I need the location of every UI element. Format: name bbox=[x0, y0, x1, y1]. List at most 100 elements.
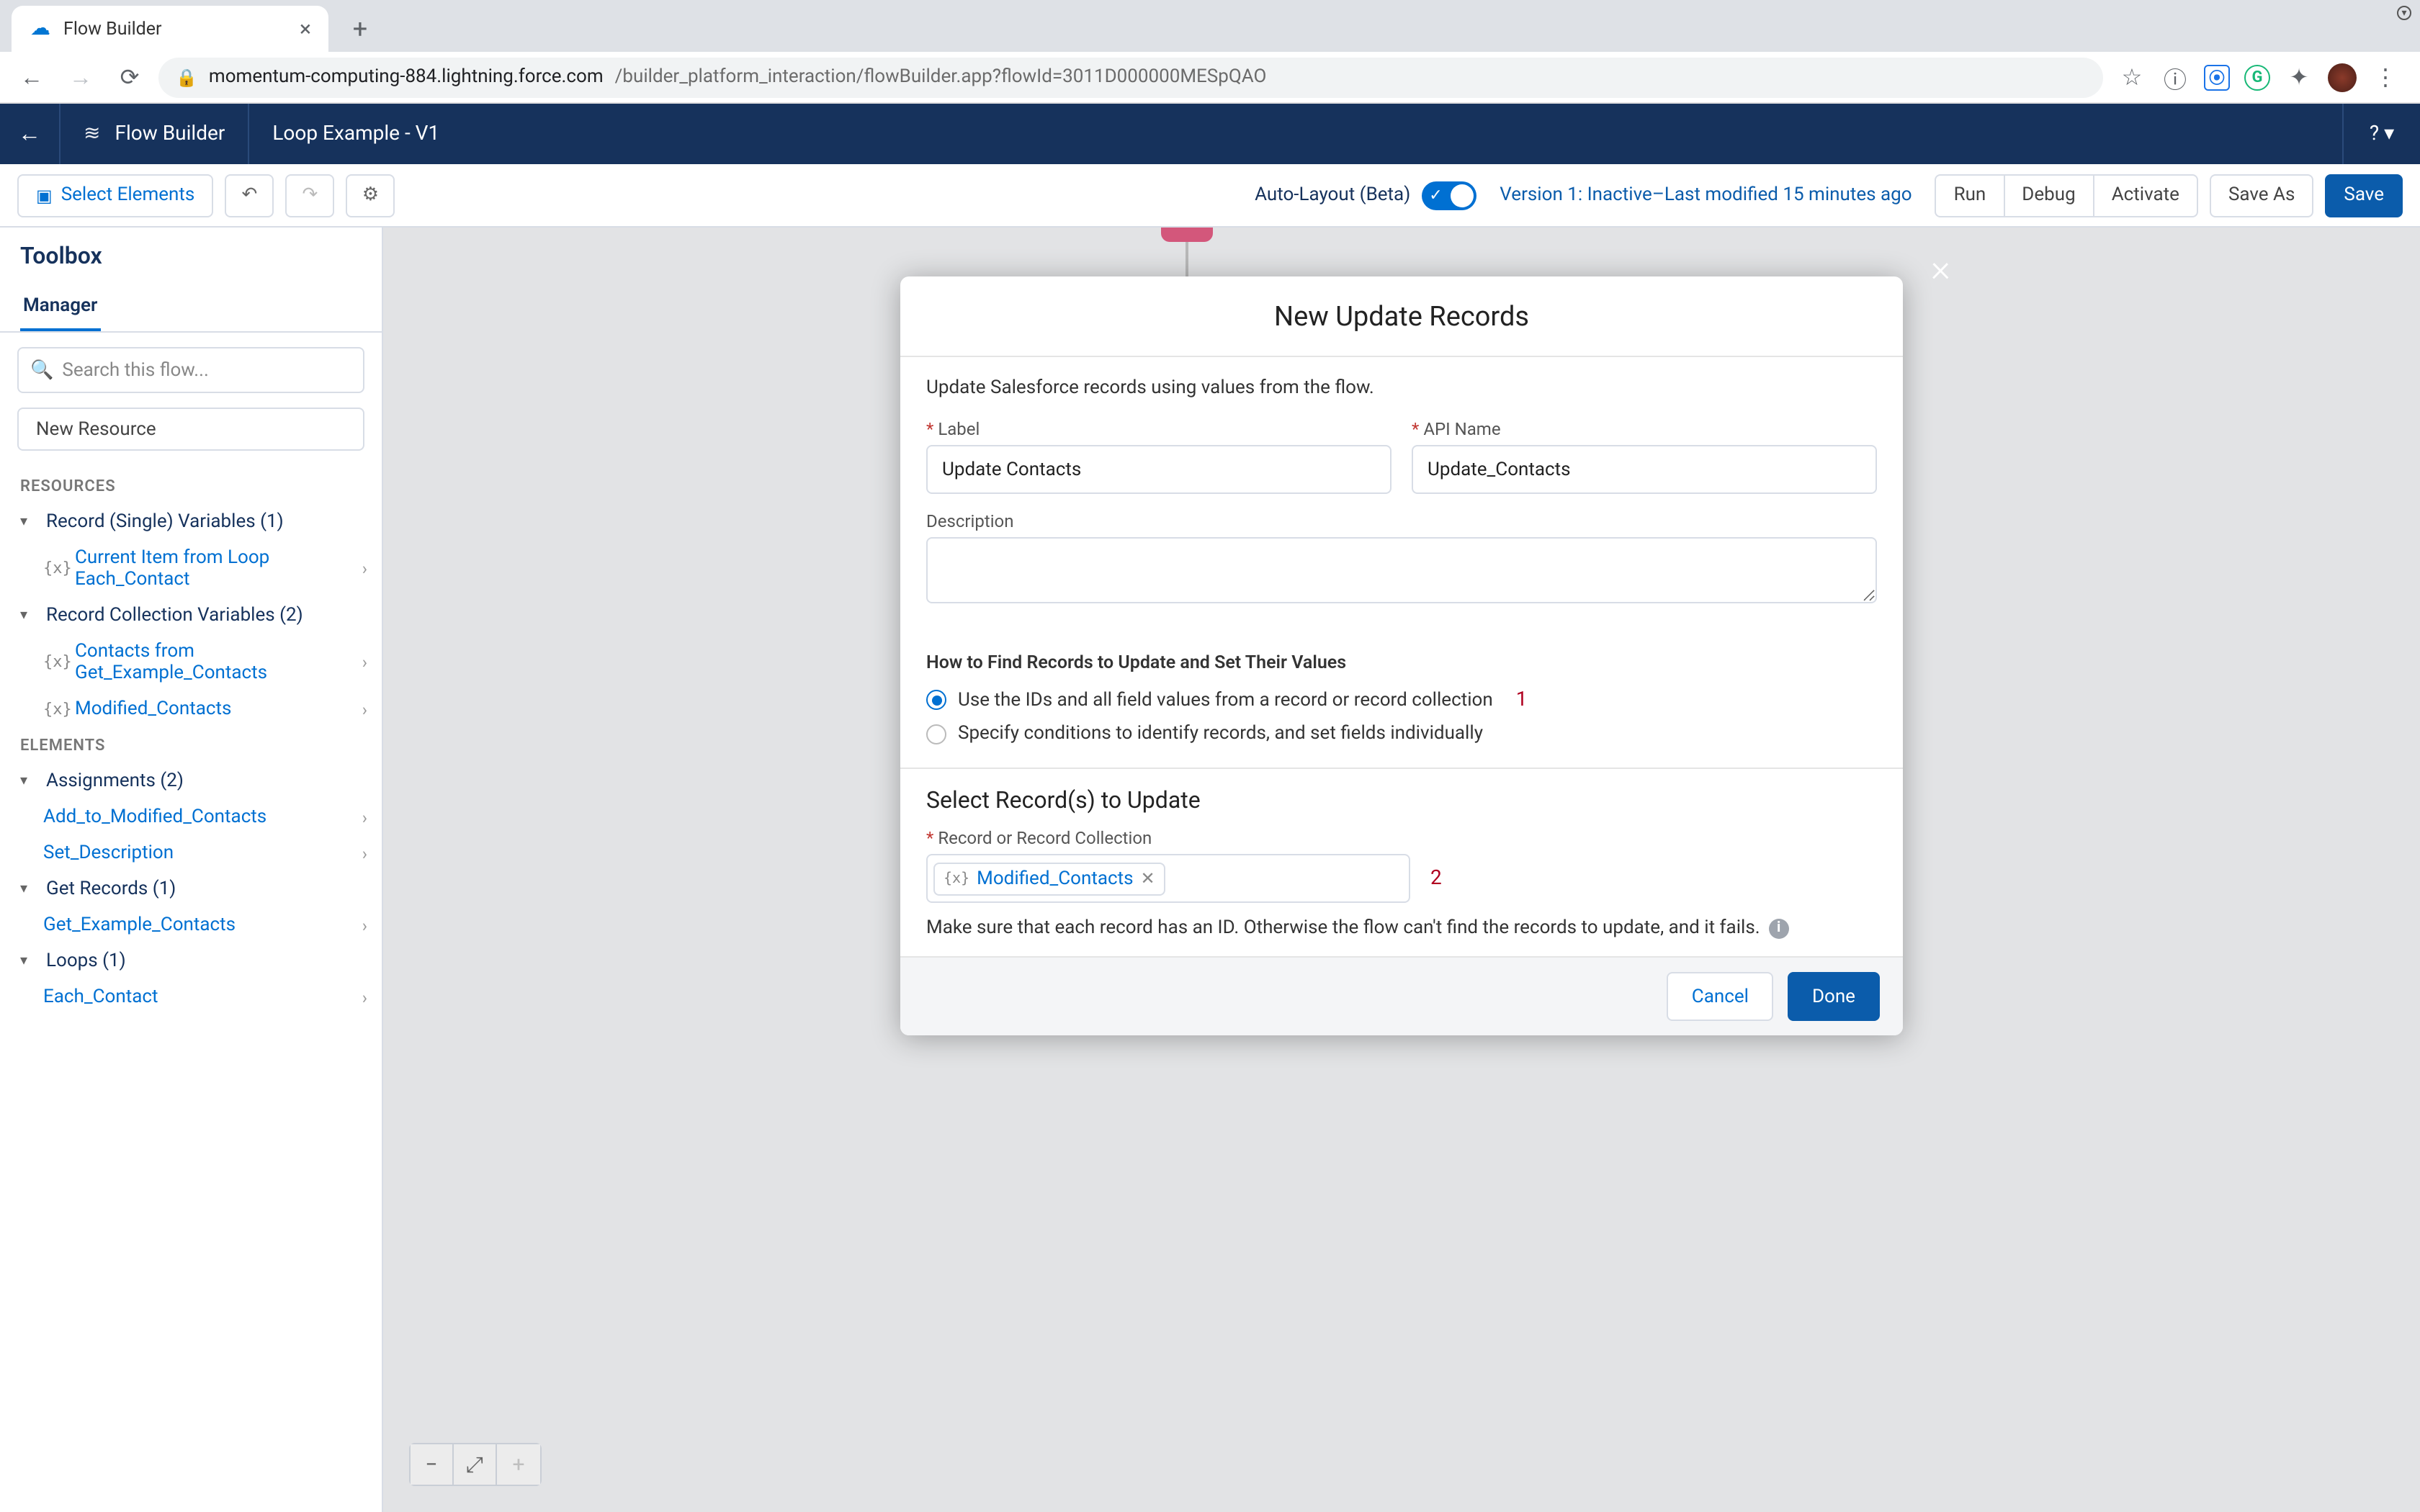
browser-address-bar: ← → ⟳ 🔒 momentum-computing-884.lightning… bbox=[0, 52, 2420, 104]
group-single-variables[interactable]: ▾Record (Single) Variables (1) bbox=[0, 504, 382, 540]
search-flow-input[interactable]: 🔍 Search this flow... bbox=[17, 347, 364, 393]
auto-layout-toggle-label: Auto-Layout (Beta) ✓ bbox=[1255, 181, 1476, 210]
flow-canvas[interactable]: + Each Contact Loop − ⤢ + × New Update R… bbox=[383, 228, 2420, 1512]
group-get-records[interactable]: ▾Get Records (1) bbox=[0, 871, 382, 907]
app-header: ← ≋ Flow Builder Loop Example - V1 ? ▾ bbox=[0, 104, 2420, 164]
cancel-button[interactable]: Cancel bbox=[1667, 972, 1773, 1021]
nav-back-icon[interactable]: ← bbox=[12, 57, 52, 97]
modal-subtitle: Update Salesforce records using values f… bbox=[926, 377, 1877, 399]
lock-icon: 🔒 bbox=[176, 67, 197, 87]
select-icon: ▣ bbox=[36, 185, 53, 205]
url-path: /builder_platform_interaction/flowBuilde… bbox=[615, 66, 1267, 88]
app-back-button[interactable]: ← bbox=[0, 104, 60, 164]
undo-button[interactable]: ↶ bbox=[225, 174, 274, 217]
help-button[interactable]: ? ▾ bbox=[2342, 104, 2420, 164]
url-input[interactable]: 🔒 momentum-computing-884.lightning.force… bbox=[158, 57, 2103, 97]
run-debug-activate-group: Run Debug Activate bbox=[1935, 174, 2198, 217]
hint-text: Make sure that each record has an ID. Ot… bbox=[926, 917, 1877, 939]
api-name-label: API Name bbox=[1412, 419, 1877, 439]
url-domain: momentum-computing-884.lightning.force.c… bbox=[209, 66, 604, 88]
description-label: Description bbox=[926, 511, 1877, 531]
save-button[interactable]: Save bbox=[2325, 174, 2403, 217]
browser-tab-strip: ☁ Flow Builder × + bbox=[0, 0, 2420, 52]
toggle-knob bbox=[1451, 184, 1474, 207]
chevron-down-icon: ▾ bbox=[20, 953, 37, 969]
nav-reload-icon[interactable]: ⟳ bbox=[109, 57, 150, 97]
activate-button: Activate bbox=[2093, 174, 2198, 217]
manager-tab[interactable]: Manager bbox=[20, 284, 100, 331]
radio-unselected-icon bbox=[926, 724, 946, 744]
selected-record-pill[interactable]: {x} Modified_Contacts ✕ bbox=[933, 862, 1165, 895]
group-collection-variables[interactable]: ▾Record Collection Variables (2) bbox=[0, 598, 382, 634]
window-expand-icon[interactable]: ▾ bbox=[2397, 6, 2411, 20]
chevron-right-icon: › bbox=[362, 807, 367, 827]
modal-footer: Cancel Done bbox=[900, 956, 1903, 1035]
done-button[interactable]: Done bbox=[1788, 972, 1880, 1021]
variable-icon: {x} bbox=[43, 652, 66, 672]
select-records-heading: Select Record(s) to Update bbox=[926, 786, 1877, 814]
modal-close-icon[interactable]: × bbox=[1931, 248, 1950, 291]
profile-avatar[interactable] bbox=[2328, 63, 2357, 91]
run-button[interactable]: Run bbox=[1935, 174, 2005, 217]
element-each-contact[interactable]: Each_Contact› bbox=[0, 979, 382, 1015]
resource-current-item[interactable]: {x}Current Item from Loop Each_Contact› bbox=[0, 540, 382, 598]
chevron-right-icon: › bbox=[362, 843, 367, 863]
variable-icon: {x} bbox=[43, 699, 66, 719]
browser-tab[interactable]: ☁ Flow Builder × bbox=[12, 6, 328, 52]
chevron-right-icon: › bbox=[362, 652, 367, 672]
action-bar: ▣ Select Elements ↶ ↷ ⚙ Auto-Layout (Bet… bbox=[0, 164, 2420, 228]
elements-heading: ELEMENTS bbox=[0, 727, 382, 763]
chevron-right-icon: › bbox=[362, 699, 367, 719]
chevron-down-icon: ▾ bbox=[20, 881, 37, 897]
radio-specify-conditions[interactable]: Specify conditions to identify records, … bbox=[926, 717, 1877, 750]
grammarly-icon[interactable]: G bbox=[2244, 64, 2270, 90]
update-records-modal: New Update Records Update Salesforce rec… bbox=[900, 276, 1903, 1035]
radio-use-ids[interactable]: Use the IDs and all field values from a … bbox=[926, 683, 1877, 717]
variable-icon: {x} bbox=[43, 559, 66, 579]
toolbox-sidebar: Toolbox Manager 🔍 Search this flow... Ne… bbox=[0, 228, 383, 1512]
api-name-input[interactable] bbox=[1412, 445, 1877, 494]
settings-gear-button[interactable]: ⚙ bbox=[346, 174, 395, 217]
new-tab-button[interactable]: + bbox=[340, 9, 380, 49]
group-loops[interactable]: ▾Loops (1) bbox=[0, 943, 382, 979]
info-icon[interactable]: ⓘ bbox=[2161, 63, 2190, 91]
element-add-modified[interactable]: Add_to_Modified_Contacts› bbox=[0, 799, 382, 835]
description-textarea[interactable] bbox=[926, 537, 1877, 603]
chevron-down-icon: ▾ bbox=[20, 608, 37, 624]
version-status: Version 1: Inactive–Last modified 15 min… bbox=[1500, 184, 1912, 206]
nav-forward-icon: → bbox=[60, 57, 101, 97]
bookmark-star-icon[interactable]: ☆ bbox=[2112, 57, 2152, 97]
debug-button[interactable]: Debug bbox=[2003, 174, 2094, 217]
label-input[interactable] bbox=[926, 445, 1392, 494]
builder-label-text: Flow Builder bbox=[115, 122, 225, 145]
info-icon[interactable]: i bbox=[1769, 918, 1789, 938]
modal-wrapper: × New Update Records Update Salesforce r… bbox=[383, 228, 2420, 1512]
save-as-button[interactable]: Save As bbox=[2210, 174, 2313, 217]
extensions-puzzle-icon[interactable]: ✦ bbox=[2285, 63, 2313, 91]
chevron-down-icon: ▾ bbox=[20, 514, 37, 530]
variable-icon: {x} bbox=[944, 870, 969, 886]
select-elements-button[interactable]: ▣ Select Elements bbox=[17, 174, 213, 217]
resource-contacts-get[interactable]: {x}Contacts from Get_Example_Contacts› bbox=[0, 634, 382, 691]
resource-modified-contacts[interactable]: {x}Modified_Contacts› bbox=[0, 691, 382, 727]
chrome-menu-icon[interactable]: ⋮ bbox=[2371, 63, 2400, 91]
record-collection-input[interactable]: {x} Modified_Contacts ✕ bbox=[926, 854, 1410, 903]
close-tab-icon[interactable]: × bbox=[300, 16, 311, 42]
radio-selected-icon bbox=[926, 690, 946, 710]
annotation-1: 1 bbox=[1516, 688, 1528, 711]
how-to-find-heading: How to Find Records to Update and Set Th… bbox=[926, 635, 1877, 683]
element-set-description[interactable]: Set_Description› bbox=[0, 835, 382, 871]
group-assignments[interactable]: ▾Assignments (2) bbox=[0, 763, 382, 799]
flow-icon: ≋ bbox=[84, 122, 100, 145]
builder-label: ≋ Flow Builder bbox=[60, 104, 249, 164]
chevron-right-icon: › bbox=[362, 987, 367, 1007]
search-icon: 🔍 bbox=[30, 359, 53, 381]
element-get-example-contacts[interactable]: Get_Example_Contacts› bbox=[0, 907, 382, 943]
auto-layout-toggle[interactable]: ✓ bbox=[1422, 181, 1476, 210]
new-resource-button[interactable]: New Resource bbox=[17, 408, 364, 451]
remove-pill-icon[interactable]: ✕ bbox=[1141, 868, 1155, 888]
divider bbox=[900, 768, 1903, 769]
extension-icons: ⓘ ⦿ G ✦ ⋮ bbox=[2161, 63, 2408, 91]
extension-1-icon[interactable]: ⦿ bbox=[2204, 64, 2230, 90]
annotation-2: 2 bbox=[1430, 867, 1442, 890]
